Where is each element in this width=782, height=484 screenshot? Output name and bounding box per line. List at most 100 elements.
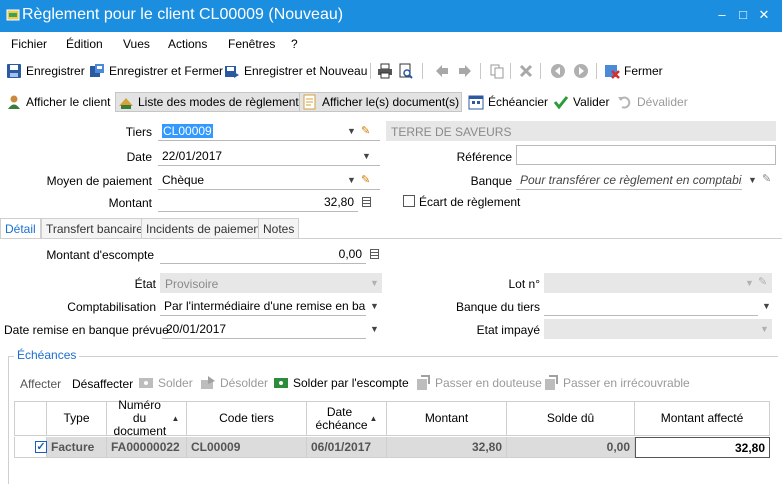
deposit-date-field[interactable]: 20/01/2017 <box>162 319 366 339</box>
doubtful-button[interactable]: Passer en douteuse <box>413 373 544 393</box>
header-type-label: Type <box>63 411 90 425</box>
menu-actions[interactable]: Actions <box>168 37 207 51</box>
validate-button[interactable]: Valider <box>551 92 611 112</box>
row-due-date-cell[interactable]: 06/01/2017 <box>307 437 387 458</box>
tiers-edit-pencil-icon[interactable]: ✎ <box>361 124 370 137</box>
settle-discount-button[interactable]: Solder par l'escompte <box>271 373 411 393</box>
row-document-cell[interactable]: FA00000022 <box>107 437 187 458</box>
toolbar-separator <box>510 63 511 79</box>
table-header-type[interactable]: Type <box>47 401 107 436</box>
table-header-amount[interactable]: Montant <box>387 401 507 436</box>
main-toolbar: Enregistrer Enregistrer et Fermer Enregi… <box>0 57 782 85</box>
discount-field[interactable]: 0,00 <box>160 244 366 264</box>
save-label: Enregistrer <box>26 64 85 78</box>
irrecoverable-label: Passer en irrécouvrable <box>563 376 690 390</box>
save-new-label: Enregistrer et Nouveau <box>244 64 368 78</box>
print-icon[interactable] <box>377 63 393 79</box>
save-new-icon <box>225 66 239 78</box>
row-checkbox[interactable]: ✓ <box>35 441 47 453</box>
state-dropdown-icon: ▼ <box>370 278 379 288</box>
minimize-button[interactable]: – <box>714 7 730 22</box>
header-balance-label: Solde dû <box>546 411 595 425</box>
accounting-dropdown-icon[interactable]: ▼ <box>370 301 379 311</box>
table-header-document[interactable]: Numéro du document ▲ <box>107 399 187 438</box>
row-amount-cell[interactable]: 32,80 <box>387 437 507 458</box>
table-header-assigned[interactable]: Montant affecté <box>635 401 770 436</box>
previous-record-icon[interactable] <box>550 63 566 79</box>
header-code-label: Code tiers <box>219 411 274 425</box>
payment-method-edit-pencil-icon[interactable]: ✎ <box>361 173 370 186</box>
settle-button[interactable]: Solder <box>136 373 195 393</box>
close-button[interactable]: Fermer <box>602 61 665 81</box>
reference-field[interactable] <box>516 145 776 165</box>
menu-edition[interactable]: Édition <box>66 37 103 51</box>
table-row-selector[interactable]: ✓ <box>14 437 47 458</box>
save-close-button[interactable]: Enregistrer et Fermer <box>87 61 225 81</box>
third-bank-dropdown-icon[interactable]: ▼ <box>762 301 771 311</box>
show-client-button[interactable]: Afficher le client <box>4 92 113 112</box>
invalidate-button[interactable]: Dévalider <box>615 92 690 112</box>
tab-transfert-bancaire[interactable]: Transfert bancaire <box>41 218 148 238</box>
bank-dropdown-icon[interactable]: ▼ <box>748 175 757 185</box>
menu-help[interactable]: ? <box>291 37 298 51</box>
amount-field[interactable]: 32,80 <box>158 192 358 212</box>
payment-modes-label: Liste des modes de règlement <box>138 95 299 109</box>
unsettle-label: Désolder <box>220 376 269 390</box>
accounting-field[interactable]: Par l'intermédiaire d'une remise en ban.… <box>160 296 366 316</box>
invalidate-label: Dévalider <box>637 95 688 109</box>
settle-icon <box>139 378 153 388</box>
schedule-button[interactable]: Échéancier <box>466 92 550 112</box>
date-dropdown-icon[interactable]: ▼ <box>362 151 371 161</box>
gap-checkbox[interactable] <box>403 195 415 207</box>
row-assigned-cell[interactable]: 32,80 <box>635 437 770 458</box>
tab-detail[interactable]: Détail <box>0 218 41 239</box>
tiers-dropdown-icon[interactable]: ▼ <box>347 126 356 136</box>
unsettle-button[interactable]: Désolder <box>198 373 270 393</box>
settle-discount-label: Solder par l'escompte <box>293 376 409 390</box>
date-label: Date <box>126 150 152 164</box>
discount-calculator-icon[interactable] <box>370 249 379 259</box>
irrecoverable-button[interactable]: Passer en irrécouvrable <box>541 373 692 393</box>
table-header-balance[interactable]: Solde dû <box>507 401 635 436</box>
next-record-icon[interactable] <box>573 63 589 79</box>
toolbar-separator <box>596 63 597 79</box>
calculator-icon[interactable] <box>362 197 371 207</box>
table-header-due-date[interactable]: Date échéance ▲ <box>307 401 387 436</box>
amount-label: Montant <box>108 196 152 210</box>
close-window-button[interactable]: ✕ <box>756 7 772 23</box>
tab-incidents-paiement[interactable]: Incidents de paiement <box>141 218 269 238</box>
menu-fichier[interactable]: Fichier <box>11 37 47 51</box>
payment-method-dropdown-icon[interactable]: ▼ <box>347 175 356 185</box>
tiers-name-field: TERRE DE SAVEURS <box>386 121 776 141</box>
third-bank-field[interactable] <box>544 296 758 316</box>
toolbar-separator <box>422 63 423 79</box>
show-documents-button[interactable]: Afficher le(s) document(s) <box>299 92 463 112</box>
table-header-code[interactable]: Code tiers <box>187 401 307 436</box>
row-code-cell[interactable]: CL00009 <box>187 437 307 458</box>
print-preview-icon[interactable] <box>398 63 414 79</box>
unassign-button[interactable]: Désaffecter <box>72 377 133 391</box>
header-due-date-label: Date échéance <box>315 404 368 432</box>
tab-notes[interactable]: Notes <box>258 218 300 238</box>
row-balance-cell[interactable]: 0,00 <box>507 437 635 458</box>
arrow-right-icon[interactable] <box>457 63 473 79</box>
arrow-left-icon[interactable] <box>434 63 450 79</box>
payment-app-icon <box>6 9 20 21</box>
row-type-cell[interactable]: Facture <box>47 437 107 458</box>
deposit-date-dropdown-icon[interactable]: ▼ <box>370 324 379 334</box>
delete-icon[interactable] <box>518 63 534 79</box>
payment-modes-button[interactable]: Liste des modes de règlement <box>115 92 302 112</box>
bank-edit-pencil-icon[interactable]: ✎ <box>762 172 771 185</box>
save-button[interactable]: Enregistrer <box>4 61 87 81</box>
tiers-label: Tiers <box>125 125 152 139</box>
deposit-date-label: Date remise en banque prévue <box>4 323 169 337</box>
table-header-selector[interactable] <box>14 401 47 436</box>
menu-vues[interactable]: Vues <box>123 37 150 51</box>
bank-field[interactable]: Pour transférer ce règlement en comptabi… <box>516 170 742 190</box>
menu-fenetres[interactable]: Fenêtres <box>228 37 275 51</box>
copy-icon[interactable] <box>489 63 505 79</box>
date-field[interactable]: 22/01/2017 <box>158 146 380 166</box>
maximize-button[interactable]: □ <box>735 7 751 22</box>
save-new-button[interactable]: Enregistrer et Nouveau <box>222 61 369 81</box>
assign-button[interactable]: Affecter <box>20 377 61 391</box>
